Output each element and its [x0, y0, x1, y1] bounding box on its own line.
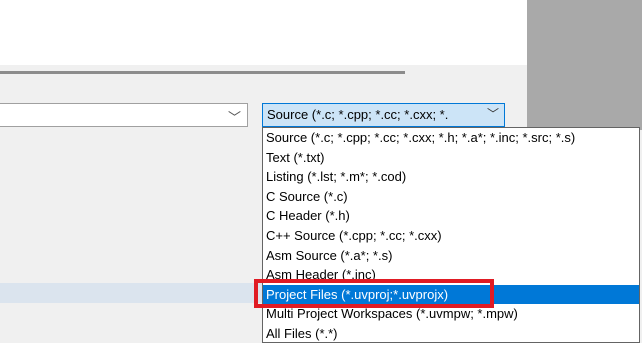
option-project-files[interactable]: Project Files (*.uvproj;*.uvprojx) — [263, 284, 639, 305]
divider — [0, 71, 405, 74]
option-listing[interactable]: Listing (*.lst; *.m*; *.cod) — [263, 167, 639, 187]
chevron-down-icon[interactable]: ﹀ — [228, 107, 241, 126]
background-window — [527, 0, 642, 130]
chevron-down-icon[interactable]: ﹀ — [487, 104, 499, 125]
file-type-combobox[interactable]: Source (*.c; *.cpp; *.cc; *.cxx; *. ﹀ — [262, 103, 505, 127]
option-text[interactable]: Text (*.txt) — [263, 148, 639, 168]
file-type-dropdown-list[interactable]: Source (*.c; *.cpp; *.cc; *.cxx; *.h; *.… — [262, 127, 640, 343]
option-c-header[interactable]: C Header (*.h) — [263, 206, 639, 226]
filename-combobox[interactable]: ﹀ — [0, 103, 248, 127]
dialog-upper-area — [0, 0, 527, 65]
option-c-source[interactable]: C Source (*.c) — [263, 187, 639, 207]
option-all-files[interactable]: All Files (*.*) — [263, 324, 639, 342]
option-asm-header[interactable]: Asm Header (*.inc) — [263, 265, 639, 285]
option-asm-source[interactable]: Asm Source (*.a*; *.s) — [263, 246, 639, 266]
option-cpp-source[interactable]: C++ Source (*.cpp; *.cc; *.cxx) — [263, 226, 639, 246]
option-source[interactable]: Source (*.c; *.cpp; *.cc; *.cxx; *.h; *.… — [263, 128, 639, 148]
file-type-selected: Source (*.c; *.cpp; *.cc; *.cxx; *. — [267, 107, 449, 122]
option-multi-project-workspaces[interactable]: Multi Project Workspaces (*.uvmpw; *.mpw… — [263, 304, 639, 324]
